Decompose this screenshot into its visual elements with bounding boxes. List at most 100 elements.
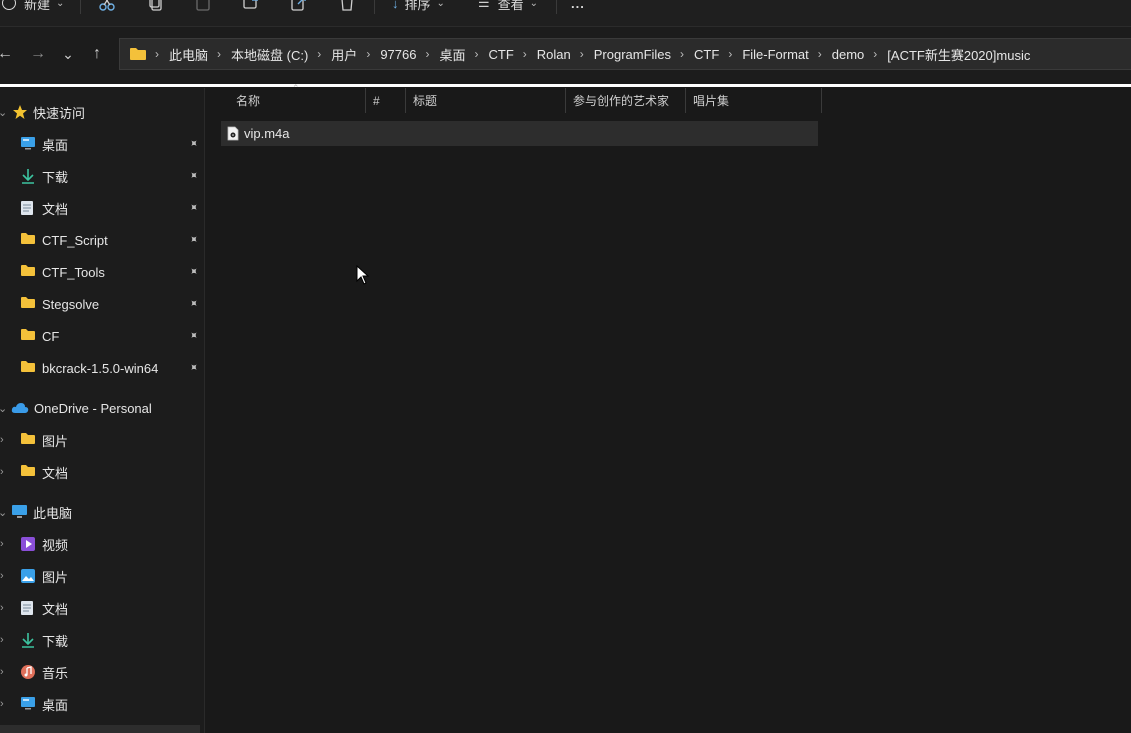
breadcrumb-segment[interactable]: › 此电脑 <box>155 45 208 64</box>
sidebar-item-onedrive-folder[interactable]: › 图片 <box>0 424 204 456</box>
sidebar-item-this-pc[interactable]: ⌄ 此电脑 <box>0 496 204 528</box>
column-header-number[interactable]: # <box>366 88 406 113</box>
breadcrumb-segment[interactable]: › 桌面 <box>416 45 465 64</box>
new-button[interactable]: 新建 ⌄ <box>2 0 64 14</box>
sidebar-item-onedrive-folder[interactable]: › 文档 <box>0 456 204 488</box>
recent-locations-button[interactable]: ⌄ <box>57 43 79 65</box>
up-button[interactable]: ↑ <box>86 43 108 65</box>
paste-button[interactable] <box>194 0 212 14</box>
rename-icon <box>243 0 258 9</box>
sidebar-item-pinned[interactable]: Stegsolve ✦ <box>0 288 204 320</box>
breadcrumb-segment[interactable]: › [ACTF新生赛2020]music <box>864 45 1030 64</box>
sidebar-item-local-disk-partial[interactable] <box>0 725 200 733</box>
chevron-right-icon[interactable]: › <box>0 602 4 614</box>
breadcrumb-segment[interactable]: › 本地磁盘 (C:) <box>208 45 308 64</box>
chevron-right-icon[interactable]: › <box>0 538 4 550</box>
sidebar-item-pinned[interactable]: 下载 ✦ <box>0 160 204 192</box>
pin-icon[interactable]: ✦ <box>186 200 202 215</box>
sidebar-item-quick-access[interactable]: ⌄ 快速访问 <box>0 96 204 128</box>
chevron-down-icon: ⌄ <box>56 0 65 9</box>
toolbar-divider <box>80 0 81 14</box>
column-header-name[interactable]: 名称 <box>229 88 366 113</box>
chevron-right-icon[interactable]: › <box>818 47 822 61</box>
pin-icon[interactable]: ✦ <box>186 232 202 247</box>
folder-icon <box>20 232 36 248</box>
pin-icon[interactable]: ✦ <box>186 168 202 183</box>
delete-button[interactable] <box>338 0 356 14</box>
breadcrumb-segment[interactable]: › 97766 <box>357 47 416 62</box>
column-header-artist[interactable]: 参与创作的艺术家 <box>566 88 686 113</box>
chevron-right-icon[interactable]: › <box>0 634 4 646</box>
file-row[interactable]: vip.m4a <box>221 121 818 146</box>
chevron-right-icon[interactable]: › <box>0 570 4 582</box>
chevron-right-icon[interactable]: › <box>366 47 370 61</box>
pin-icon[interactable]: ✦ <box>186 360 202 375</box>
chevron-right-icon[interactable]: › <box>217 47 221 61</box>
sidebar-item-pc-folder[interactable]: › 图片 <box>0 560 204 592</box>
cloud-icon <box>11 403 29 413</box>
folder-icon <box>20 328 36 344</box>
sidebar-item-pc-folder[interactable]: › 视频 <box>0 528 204 560</box>
breadcrumb-segment[interactable]: › Rolan <box>514 47 571 62</box>
sort-button[interactable]: ↓ 排序 ⌄ <box>392 0 445 14</box>
sidebar-item-pinned[interactable]: bkcrack-1.5.0-win64 ✦ <box>0 352 204 384</box>
folder-icon <box>20 432 36 448</box>
pin-icon[interactable]: ✦ <box>186 296 202 311</box>
divider-line <box>0 84 1131 87</box>
copy-button[interactable] <box>146 0 164 14</box>
sidebar-item-pinned[interactable]: 文档 ✦ <box>0 192 204 224</box>
desktop-icon <box>20 696 36 712</box>
breadcrumb-segment[interactable]: › ProgramFiles <box>571 47 671 62</box>
document-icon <box>20 200 36 216</box>
cut-button[interactable] <box>98 0 116 14</box>
breadcrumb-segment[interactable]: › File-Format <box>719 47 808 62</box>
share-button[interactable] <box>290 0 308 14</box>
chevron-down-icon: ⌄ <box>0 402 8 415</box>
sidebar-item-pinned[interactable]: CTF_Script ✦ <box>0 224 204 256</box>
sidebar-item-pc-folder[interactable]: › 文档 <box>0 592 204 624</box>
sidebar-item-pinned[interactable]: CTF_Tools ✦ <box>0 256 204 288</box>
chevron-right-icon[interactable]: › <box>0 466 4 478</box>
chevron-right-icon[interactable]: › <box>0 434 4 446</box>
chevron-down-icon: ⌄ <box>529 0 539 9</box>
chevron-right-icon[interactable]: › <box>873 47 877 61</box>
address-bar[interactable]: › 此电脑 › 本地磁盘 (C:) › 用户 › 97766 › 桌面 › CTF › Rolan › Pro… <box>119 38 1131 70</box>
chevron-right-icon[interactable]: › <box>680 47 684 61</box>
sidebar-item-pinned[interactable]: 桌面 ✦ <box>0 128 204 160</box>
chevron-down-icon: ⌄ <box>0 506 8 519</box>
sidebar-item-pc-folder[interactable]: › 下载 <box>0 624 204 656</box>
pin-icon[interactable]: ✦ <box>186 136 202 151</box>
folder-icon <box>20 296 36 312</box>
breadcrumb-segment[interactable]: › CTF <box>671 47 719 62</box>
more-options-button[interactable]: ... <box>571 0 585 14</box>
chevron-right-icon[interactable]: › <box>728 47 732 61</box>
share-icon <box>291 0 306 11</box>
pin-icon[interactable]: ✦ <box>186 264 202 279</box>
chevron-right-icon[interactable]: › <box>474 47 478 61</box>
chevron-right-icon[interactable]: › <box>580 47 584 61</box>
sidebar-item-pc-folder[interactable]: › 音乐 <box>0 656 204 688</box>
column-header-album[interactable]: 唱片集 <box>686 88 822 113</box>
rename-button[interactable] <box>242 0 260 14</box>
chevron-right-icon[interactable]: › <box>425 47 429 61</box>
chevron-right-icon[interactable]: › <box>317 47 321 61</box>
chevron-right-icon[interactable]: › <box>0 698 4 710</box>
column-header-title[interactable]: 标题 <box>406 88 566 113</box>
back-button[interactable]: ← <box>0 43 16 65</box>
view-button[interactable]: ☰ 查看 ⌄ <box>478 0 538 14</box>
sidebar-item-pinned[interactable]: CF ✦ <box>0 320 204 352</box>
breadcrumb-segment[interactable]: › CTF <box>465 47 513 62</box>
chevron-right-icon[interactable]: › <box>0 666 4 678</box>
forward-button[interactable]: → <box>27 43 49 65</box>
sidebar-item-pc-folder[interactable]: › 桌面 <box>0 688 204 720</box>
sidebar-item-onedrive[interactable]: ⌄ OneDrive - Personal <box>0 392 204 424</box>
breadcrumb-segment[interactable]: › demo <box>809 47 865 62</box>
chevron-down-icon: ⌄ <box>436 0 445 9</box>
breadcrumb-segment[interactable]: › 用户 <box>308 45 357 64</box>
desktop-icon <box>20 136 36 152</box>
chevron-right-icon[interactable]: › <box>155 47 159 61</box>
view-icon: ☰ <box>478 0 490 10</box>
pin-icon[interactable]: ✦ <box>186 328 202 343</box>
chevron-right-icon[interactable]: › <box>523 47 527 61</box>
download-icon <box>20 632 36 648</box>
